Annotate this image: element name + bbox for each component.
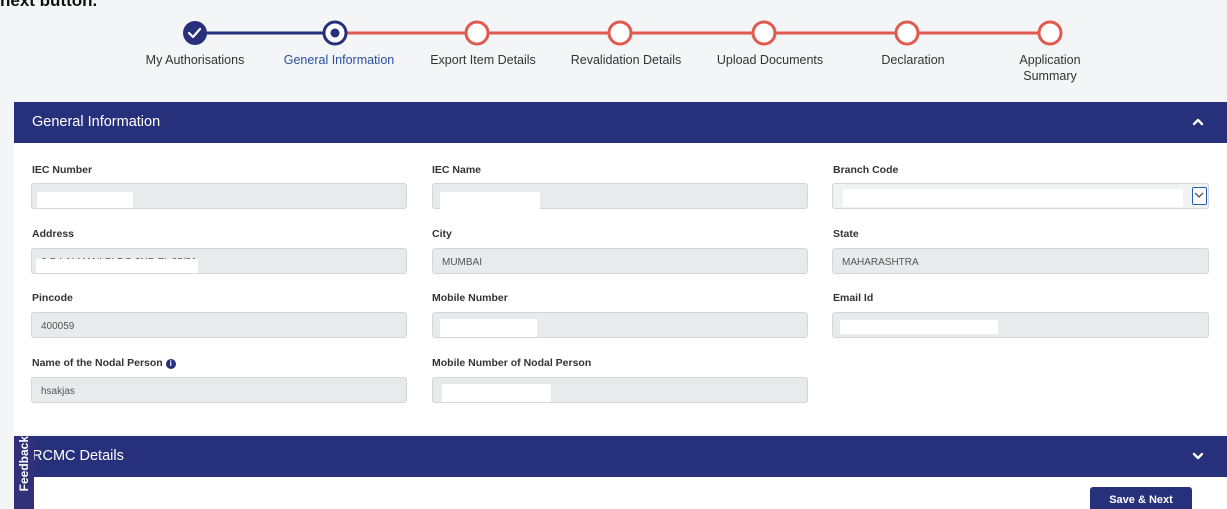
pincode-label: Pincode — [32, 292, 73, 304]
general-info-title: General Information — [32, 114, 161, 130]
stepper-graphic — [183, 20, 1063, 46]
email-id-label: Email Id — [833, 292, 874, 304]
branch-code-label: Branch Code — [833, 164, 899, 176]
iec-name-label: IEC Name — [432, 164, 482, 176]
save-next-button[interactable]: Save & Next — [1090, 487, 1192, 509]
step-circle-export[interactable] — [464, 20, 490, 46]
check-icon[interactable] — [183, 21, 207, 45]
step-label-export-item-details[interactable]: Export Item Details — [418, 52, 548, 68]
redaction-mask — [840, 320, 998, 334]
step-circle-upload[interactable] — [751, 20, 777, 46]
nodal-person-mobile-label: Mobile Number of Nodal Person — [432, 357, 592, 369]
step-label-my-authorisations[interactable]: My Authorisations — [130, 52, 260, 68]
chevron-down-icon[interactable] — [1192, 187, 1207, 205]
state-label: State — [833, 228, 859, 240]
step-label-revalidation-details[interactable]: Revalidation Details — [561, 52, 691, 68]
step-label-upload-documents[interactable]: Upload Documents — [705, 52, 835, 68]
redaction-mask — [36, 259, 198, 273]
chevron-up-icon[interactable] — [1191, 115, 1205, 129]
redaction-mask — [442, 384, 551, 402]
redaction-mask — [440, 192, 540, 210]
iec-number-label: IEC Number — [32, 164, 93, 176]
footer-area — [14, 477, 1227, 509]
redaction-mask — [440, 319, 537, 337]
redaction-mask — [37, 192, 133, 208]
step-circle-revalidation[interactable] — [607, 20, 633, 46]
state-field[interactable]: MAHARASHTRA — [832, 248, 1209, 274]
feedback-label: Feedback — [17, 436, 31, 492]
dot-icon[interactable] — [322, 20, 348, 46]
rcmc-details-title: RCMC Details — [32, 448, 124, 464]
mobile-number-label: Mobile Number — [432, 292, 508, 304]
progress-stepper: My Authorisations General Information Ex… — [0, 0, 1227, 100]
step-circle-summary[interactable] — [1037, 20, 1063, 46]
general-info-header[interactable]: General Information — [14, 102, 1227, 143]
redaction-mask — [843, 189, 1183, 207]
info-icon[interactable]: i — [165, 359, 176, 369]
rcmc-details-header[interactable]: RCMC Details — [14, 436, 1227, 477]
step-circle-declaration[interactable] — [894, 20, 920, 46]
city-field[interactable]: MUMBAI — [432, 248, 808, 274]
step-label-application-summary[interactable]: Application Summary — [1000, 52, 1100, 84]
nodal-person-name-label-text: Name of the Nodal Person — [32, 357, 163, 369]
chevron-down-icon[interactable] — [1191, 449, 1205, 463]
nodal-person-name-label: Name of the Nodal Person i — [32, 357, 176, 369]
city-label: City — [432, 228, 452, 240]
feedback-tab[interactable]: Feedback — [14, 436, 34, 509]
pincode-field[interactable]: 400059 — [31, 312, 407, 338]
nodal-person-name-field[interactable]: hsakjas — [31, 377, 407, 403]
step-label-declaration[interactable]: Declaration — [848, 52, 978, 68]
address-label: Address — [32, 228, 75, 240]
step-label-general-information[interactable]: General Information — [274, 52, 404, 68]
